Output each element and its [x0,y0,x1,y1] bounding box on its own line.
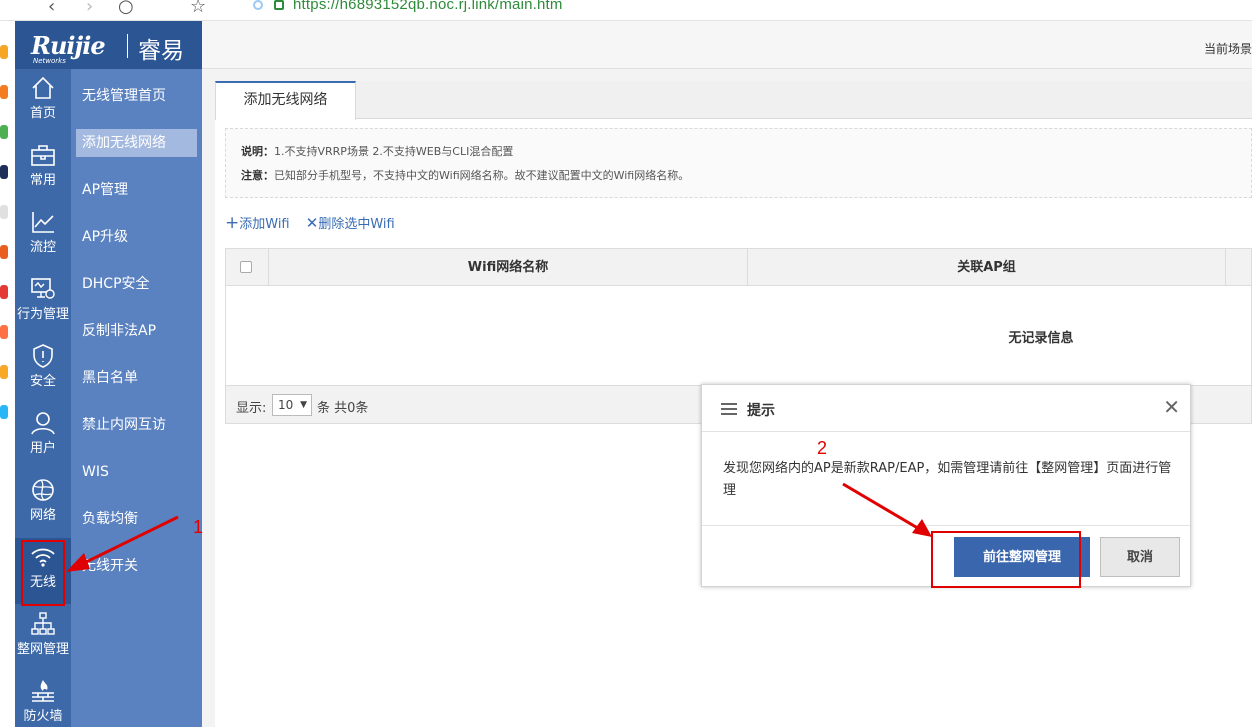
annotation-arrow-2 [842,482,932,537]
annotation-arrow-1 [66,515,179,572]
annotation-arrows [66,482,932,572]
